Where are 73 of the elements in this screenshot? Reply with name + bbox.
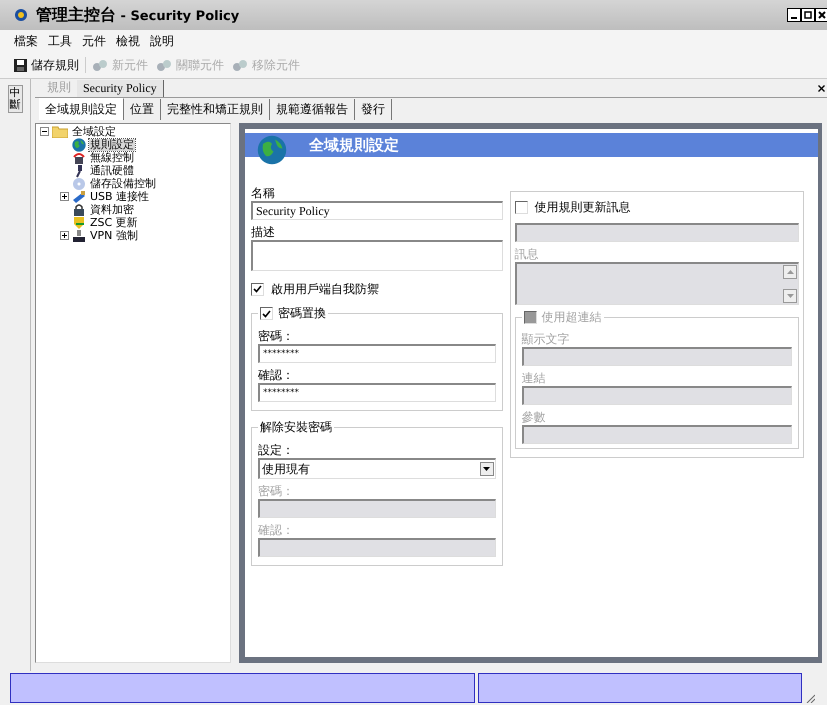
tree-item[interactable]: VPN 強制 — [89, 230, 139, 242]
field-label: 連結 — [522, 370, 547, 386]
shield-icon — [72, 216, 86, 230]
menu-item[interactable]: 說明 — [150, 32, 174, 50]
field-label: 名稱 — [251, 185, 276, 201]
dropdown[interactable]: 使用現有 — [258, 458, 496, 479]
close-icon — [818, 11, 826, 19]
side-tab[interactable]: 中斷 — [8, 85, 22, 114]
expand-toggle[interactable] — [60, 192, 69, 201]
checkbox-label: 啟用用戶端自我防禦 — [271, 281, 379, 297]
field-label: 顯示文字 — [522, 331, 571, 347]
caret-icon — [483, 467, 490, 471]
close-icon[interactable] — [818, 84, 825, 92]
toolbar-button[interactable]: 儲存規則 — [10, 54, 83, 76]
tree-item[interactable]: ZSC 更新 — [89, 216, 139, 228]
checkbox-label: 密碼置換 — [278, 305, 326, 322]
field-label: 確認： — [258, 522, 295, 538]
password-field[interactable]: ******** — [258, 383, 496, 402]
tree-item[interactable]: USB 連接性 — [89, 190, 150, 202]
up-arrow-icon — [786, 270, 794, 274]
checkbox-label: 使用超連結 — [542, 309, 602, 325]
name-field[interactable]: Security Policy — [251, 201, 503, 220]
globe-icon — [72, 138, 86, 152]
app-icon — [14, 8, 28, 22]
folder-icon — [52, 126, 68, 138]
password-field[interactable] — [258, 499, 496, 518]
checkbox[interactable] — [260, 307, 273, 320]
disc-icon — [72, 176, 86, 190]
resize-grip-icon[interactable] — [805, 693, 815, 703]
tree-item[interactable]: 全域設定 — [71, 126, 117, 138]
group-title: 解除安裝密碼 — [260, 419, 332, 436]
lock-icon — [72, 202, 86, 216]
menu-item[interactable]: 檢視 — [116, 32, 140, 50]
tree-item[interactable]: 無線控制 — [89, 152, 135, 164]
field-label: 設定： — [258, 442, 295, 458]
menu-item[interactable]: 工具 — [48, 32, 72, 50]
expand-toggle[interactable] — [60, 231, 69, 240]
dropdown-button[interactable] — [480, 462, 494, 476]
usb-icon — [72, 190, 86, 204]
tab[interactable]: 全域規則設定 — [39, 98, 124, 120]
vpn-icon — [72, 228, 86, 242]
window-title: 管理主控台 - Security Policy — [36, 4, 240, 26]
field-label: 密碼： — [258, 328, 295, 344]
save-icon — [14, 58, 27, 72]
maximize-button[interactable] — [801, 8, 815, 22]
checkbox-label: 使用規則更新訊息 — [534, 199, 631, 215]
document-tab[interactable]: Security Policy — [77, 80, 164, 97]
tree-item[interactable]: 儲存設備控制 — [89, 178, 157, 190]
description-field[interactable] — [251, 240, 503, 271]
menu-item[interactable]: 元件 — [82, 32, 106, 50]
password-field[interactable] — [258, 538, 496, 557]
field-label: 訊息 — [514, 246, 540, 262]
menu-item[interactable]: 檔案 — [14, 32, 38, 50]
field-label: 確認： — [258, 367, 295, 383]
password-field[interactable]: ******** — [258, 344, 496, 363]
maximize-icon — [804, 11, 812, 19]
field-label: 參數 — [522, 409, 547, 425]
minus-icon — [41, 128, 48, 135]
field-label: 描述 — [251, 224, 276, 240]
field-label: 密碼： — [258, 483, 295, 499]
globe-icon — [257, 135, 287, 165]
minimize-button[interactable] — [787, 8, 801, 22]
plus-icon — [61, 193, 68, 200]
checkbox[interactable] — [251, 282, 264, 296]
tree-item[interactable]: 規則設定 — [89, 138, 135, 150]
tree-item[interactable]: 資料加密 — [89, 204, 135, 216]
collapse-toggle[interactable] — [40, 127, 49, 136]
lock-icon — [72, 150, 86, 164]
tree-item[interactable]: 通訊硬體 — [89, 164, 135, 176]
plus-icon — [61, 232, 68, 239]
close-button[interactable] — [815, 8, 827, 22]
panel-title: 全域規則設定 — [309, 136, 399, 154]
down-arrow-icon — [786, 294, 794, 298]
